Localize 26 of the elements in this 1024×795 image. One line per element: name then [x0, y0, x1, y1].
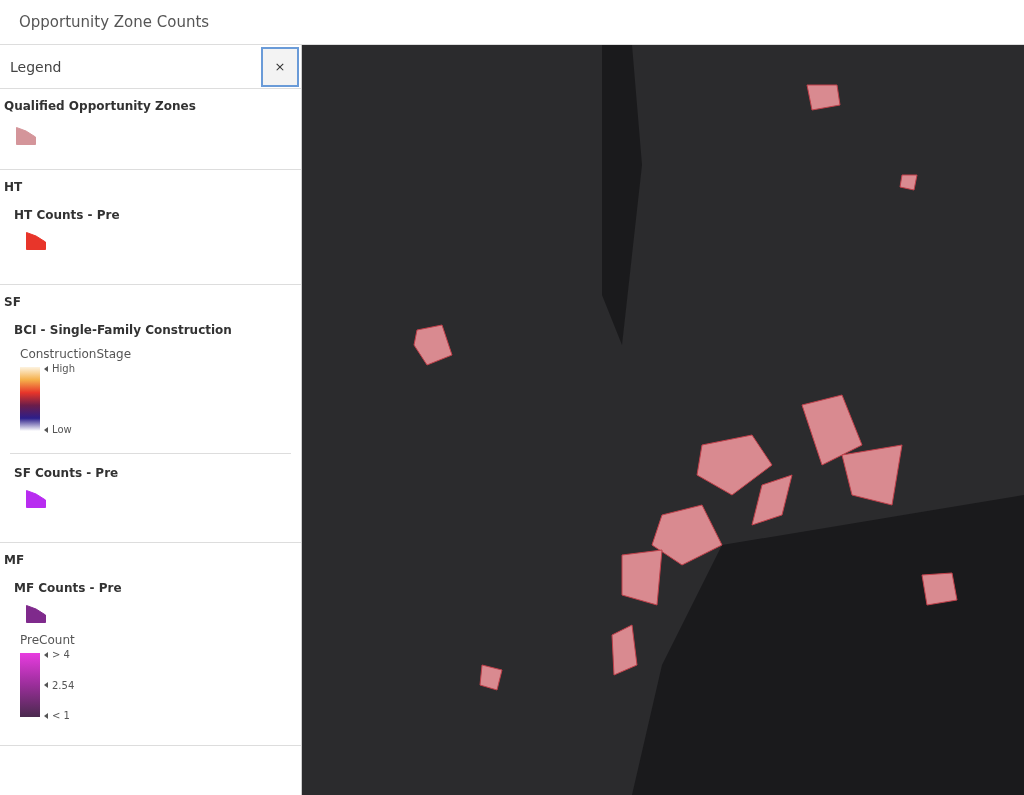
- ramp-label: Low: [52, 424, 72, 435]
- group-title: HT: [4, 179, 24, 196]
- tick-mark-icon: [44, 365, 48, 372]
- color-ramp: [20, 367, 40, 431]
- layer-title: BCI - Single-Family Construction: [14, 323, 233, 337]
- tick-mark-icon: [44, 426, 48, 433]
- group-title: SF: [4, 294, 22, 311]
- field-label: PreCount: [20, 633, 76, 647]
- map-drawing[interactable]: [302, 45, 1024, 795]
- tick-mark-icon: [44, 712, 48, 719]
- ramp-label: High: [52, 363, 75, 374]
- ramp-label: > 4: [52, 649, 70, 660]
- layer-title: SF Counts - Pre: [14, 466, 120, 480]
- ramp-label: 2.54: [52, 679, 75, 691]
- layer-title: Qualified Opportunity Zones: [4, 98, 197, 115]
- tick-mark-icon: [44, 651, 48, 658]
- ramp-label: < 1: [52, 710, 70, 721]
- close-button[interactable]: ×: [261, 46, 299, 87]
- tick-mark-icon: [44, 682, 48, 688]
- group-title: MF: [4, 552, 26, 569]
- layer-title: HT Counts - Pre: [14, 208, 121, 222]
- legend-title: Legend: [9, 58, 62, 75]
- app-title: Opportunity Zone Counts: [19, 13, 210, 31]
- field-label: ConstructionStage: [20, 347, 133, 361]
- layer-title: MF Counts - Pre: [14, 581, 123, 595]
- color-ramp: [20, 653, 40, 717]
